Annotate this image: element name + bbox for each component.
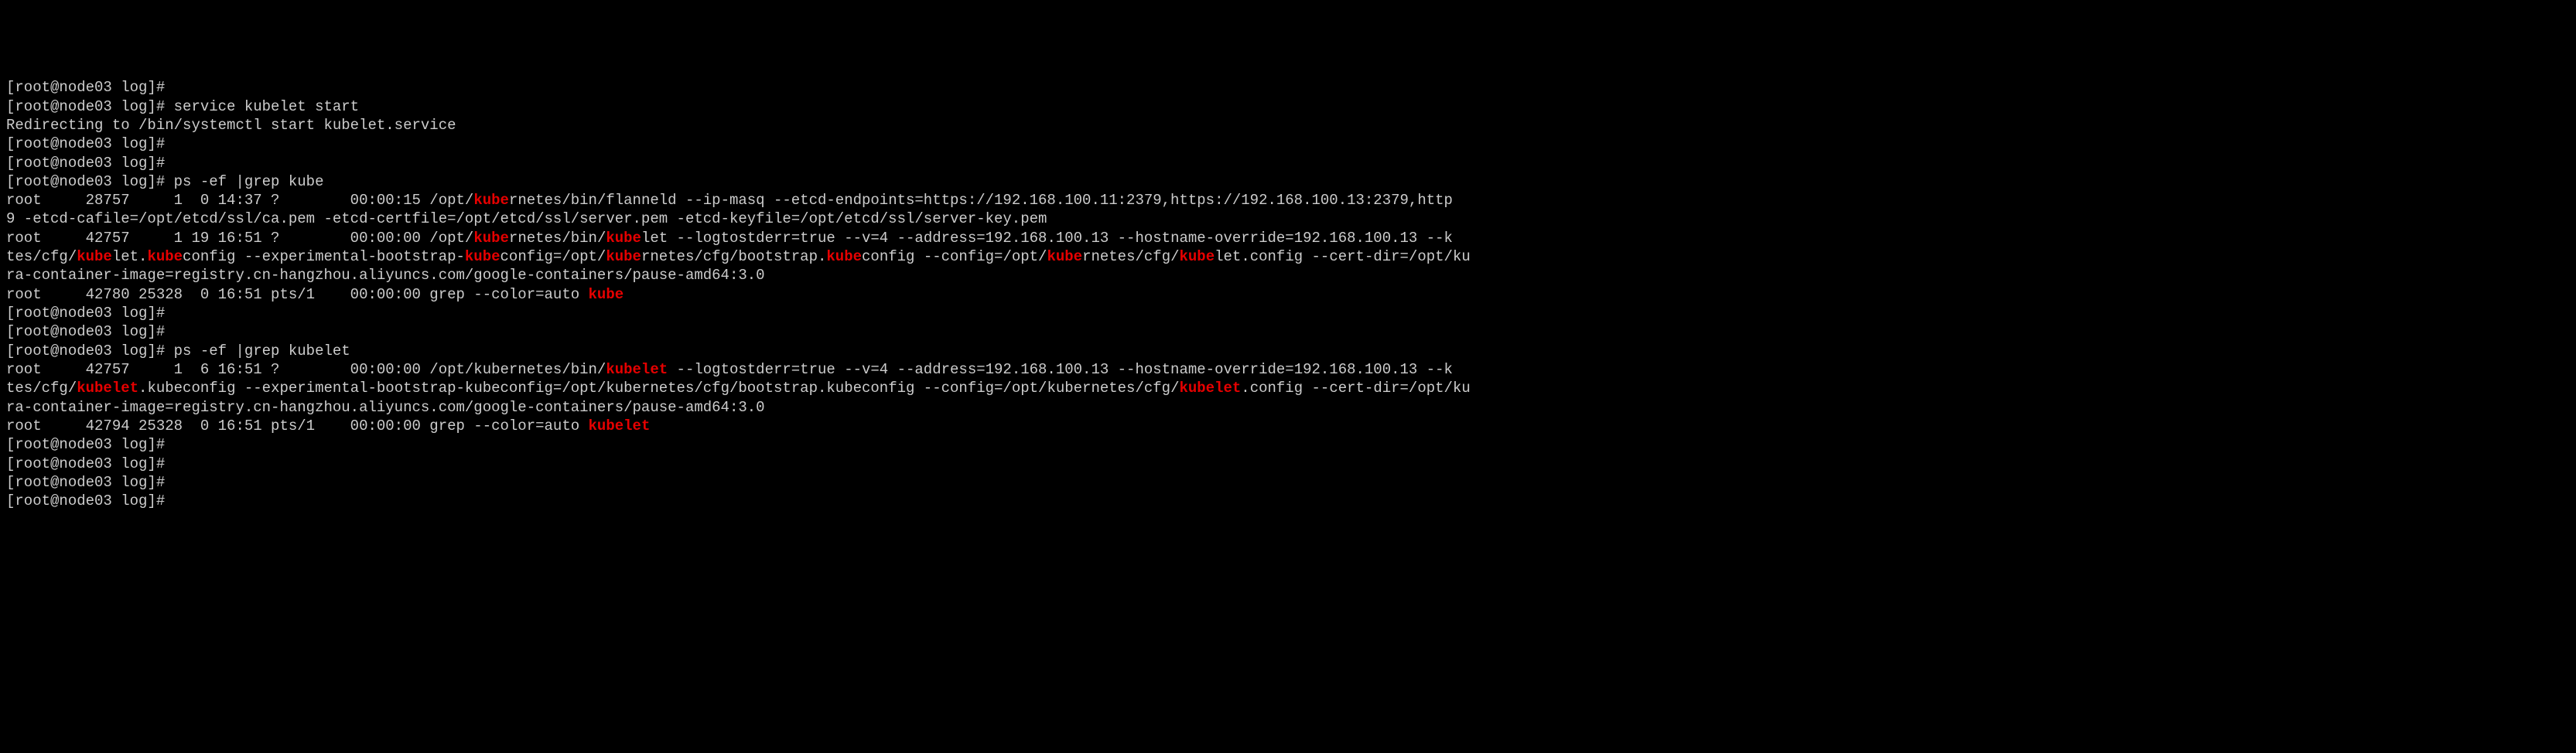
command-service: service kubelet start xyxy=(174,98,359,115)
prompt: [root@node03 log]# xyxy=(6,79,165,96)
prompt: [root@node03 log]# xyxy=(6,323,165,340)
match-highlight: kube xyxy=(473,192,509,209)
prompt: [root@node03 log]# xyxy=(6,173,165,190)
prompt: [root@node03 log]# xyxy=(6,492,165,509)
match-highlight: kube xyxy=(147,248,183,265)
match-highlight: kube xyxy=(589,286,624,303)
ps-row: ra-container-image=registry.cn-hangzhou.… xyxy=(6,399,765,416)
match-highlight: kube xyxy=(465,248,501,265)
ps-row: 9 -etcd-cafile=/opt/etcd/ssl/ca.pem -etc… xyxy=(6,210,1047,227)
prompt: [root@node03 log]# xyxy=(6,455,165,472)
match-highlight: kube xyxy=(1047,248,1082,265)
prompt: [root@node03 log]# xyxy=(6,155,165,172)
match-highlight: kube xyxy=(473,230,509,247)
command-ps: ps -ef |grep kube xyxy=(174,173,324,190)
terminal-output[interactable]: [root@node03 log]# [root@node03 log]# se… xyxy=(6,78,2570,510)
match-highlight: kubelet xyxy=(589,417,651,434)
prompt: [root@node03 log]# xyxy=(6,436,165,453)
prompt: [root@node03 log]# xyxy=(6,305,165,322)
match-highlight: kubelet xyxy=(77,380,138,397)
prompt: [root@node03 log]# xyxy=(6,135,165,152)
prompt: [root@node03 log]# xyxy=(6,474,165,491)
match-highlight: kube xyxy=(606,248,641,265)
match-highlight: kubelet xyxy=(606,361,668,378)
match-highlight: kube xyxy=(826,248,862,265)
ps-row: root 28757 1 0 14:37 ? 00:00:15 /opt/kub… xyxy=(6,192,1453,209)
ps-row: root 42757 1 6 16:51 ? 00:00:00 /opt/kub… xyxy=(6,361,1453,378)
output-line: Redirecting to /bin/systemctl start kube… xyxy=(6,117,456,134)
prompt: [root@node03 log]# xyxy=(6,98,165,115)
match-highlight: kube xyxy=(1180,248,1215,265)
match-highlight: kube xyxy=(606,230,641,247)
ps-row: ra-container-image=registry.cn-hangzhou.… xyxy=(6,267,765,284)
match-highlight: kube xyxy=(77,248,112,265)
ps-row: root 42757 1 19 16:51 ? 00:00:00 /opt/ku… xyxy=(6,230,1453,247)
ps-row: root 42780 25328 0 16:51 pts/1 00:00:00 … xyxy=(6,286,624,303)
ps-row: tes/cfg/kubelet.kubeconfig --experimenta… xyxy=(6,248,1471,265)
command-ps: ps -ef |grep kubelet xyxy=(174,342,350,359)
prompt: [root@node03 log]# xyxy=(6,342,165,359)
ps-row: tes/cfg/kubelet.kubeconfig --experimenta… xyxy=(6,380,1471,397)
match-highlight: kubelet xyxy=(1179,380,1241,397)
ps-row: root 42794 25328 0 16:51 pts/1 00:00:00 … xyxy=(6,417,650,434)
